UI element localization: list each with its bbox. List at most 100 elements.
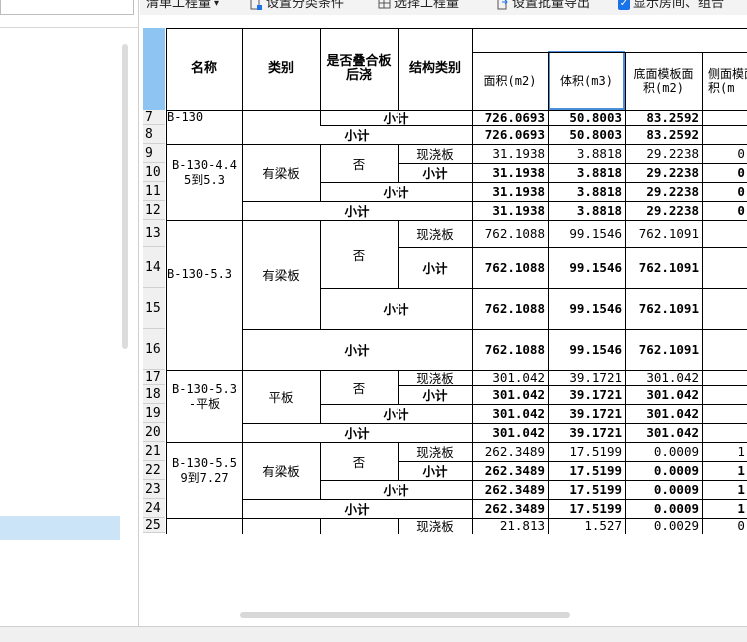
subtotal-label[interactable]: 小计 — [242, 499, 472, 518]
row-number[interactable]: 11 — [143, 182, 165, 201]
value-cell[interactable]: 3.8818 — [548, 201, 625, 220]
value-cell[interactable]: 0.3 — [702, 518, 747, 533]
subtotal-label[interactable]: 小计 — [320, 404, 472, 423]
value-cell[interactable] — [702, 247, 747, 288]
value-cell[interactable]: 29.2238 — [625, 201, 702, 220]
value-cell[interactable]: 29.2238 — [625, 182, 702, 201]
select-qty-button[interactable]: 选择工程量 — [378, 0, 459, 10]
left-selected-item[interactable] — [0, 516, 120, 540]
subtotal-label[interactable]: 小计 — [242, 329, 472, 370]
value-cell[interactable]: 762.1088 — [472, 329, 548, 370]
structure-cell[interactable]: 现浇板 — [398, 442, 472, 461]
value-cell[interactable]: 31.1938 — [472, 144, 548, 163]
row-number[interactable]: 24 — [143, 499, 165, 518]
value-cell[interactable]: 39.1721 — [548, 404, 625, 423]
value-cell[interactable]: 1.5 — [702, 499, 747, 518]
value-cell[interactable]: 301.042 — [472, 423, 548, 442]
horizontal-scrollbar[interactable] — [240, 612, 570, 618]
subtotal-label[interactable]: 小计 — [398, 461, 472, 480]
header-bottom-form[interactable]: 底面模板面积(m2) — [625, 52, 702, 110]
value-cell[interactable]: 301.042 — [625, 385, 702, 404]
value-cell[interactable]: 17.5199 — [548, 499, 625, 518]
value-cell[interactable]: 762.1091 — [625, 220, 702, 247]
row-number[interactable]: 16 — [143, 329, 165, 370]
value-cell[interactable]: 762.1088 — [472, 247, 548, 288]
row-number[interactable]: 7 — [143, 110, 165, 125]
value-cell[interactable]: 39.1721 — [548, 423, 625, 442]
subtotal-label[interactable]: 小计 — [320, 182, 472, 201]
value-cell[interactable]: 762.1088 — [472, 220, 548, 247]
group-name-cell[interactable]: B-130-4.4 5到5.3 — [166, 144, 242, 201]
subtotal-label[interactable]: 小计 — [398, 385, 472, 404]
header-volume[interactable]: 体积(m3) — [548, 52, 625, 110]
list-qty-dropdown[interactable]: 清单工程量 ▾ — [146, 0, 219, 10]
header-structure[interactable]: 结构类别 — [398, 28, 472, 110]
value-cell[interactable]: 17.5199 — [548, 480, 625, 499]
row-number[interactable]: 9 — [143, 144, 165, 163]
subtotal-label[interactable]: 小计 — [242, 423, 472, 442]
value-cell[interactable]: 1.527 — [548, 518, 625, 533]
value-cell[interactable]: 3.8818 — [548, 182, 625, 201]
value-cell[interactable]: 17.5199 — [548, 461, 625, 480]
value-cell[interactable]: 99.1546 — [548, 220, 625, 247]
row-number[interactable]: 14 — [143, 247, 165, 288]
value-cell[interactable]: 0.8 — [702, 144, 747, 163]
show-rooms-checkbox[interactable]: ✓ 显示房间、组合 — [618, 0, 724, 10]
group-category-cell[interactable]: 有梁板 — [242, 220, 320, 329]
value-cell[interactable]: 262.3489 — [472, 480, 548, 499]
value-cell[interactable]: 83.2592 — [625, 110, 702, 125]
value-cell[interactable] — [702, 125, 747, 144]
row-number[interactable]: 13 — [143, 220, 165, 247]
row-number[interactable]: 23 — [143, 480, 165, 499]
overlap-cell[interactable]: 否 — [320, 370, 398, 404]
row-number[interactable]: 25 — [143, 518, 165, 533]
value-cell[interactable]: 29.2238 — [625, 163, 702, 182]
value-cell[interactable]: 21.813 — [472, 518, 548, 533]
value-cell[interactable]: 301.042 — [472, 385, 548, 404]
value-cell[interactable] — [702, 404, 747, 423]
value-cell[interactable]: 1.5 — [702, 461, 747, 480]
value-cell[interactable]: 301.042 — [625, 404, 702, 423]
value-cell[interactable]: 29.2238 — [625, 144, 702, 163]
value-cell[interactable]: 762.1091 — [625, 247, 702, 288]
row-number[interactable]: 18 — [143, 385, 165, 404]
subtotal-label[interactable]: 小计 — [398, 247, 472, 288]
group-category-cell[interactable]: 有梁板 — [242, 144, 320, 201]
value-cell[interactable] — [702, 385, 747, 404]
structure-cell[interactable]: 现浇板 — [398, 220, 472, 247]
value-cell[interactable]: 3.8818 — [548, 144, 625, 163]
value-cell[interactable]: 301.042 — [472, 404, 548, 423]
row-number[interactable]: 22 — [143, 461, 165, 480]
header-category[interactable]: 类别 — [242, 28, 320, 110]
value-cell[interactable] — [702, 370, 747, 385]
header-area[interactable]: 面积(m2) — [472, 52, 548, 110]
value-cell[interactable]: 762.1088 — [472, 288, 548, 329]
value-cell[interactable]: 262.3489 — [472, 461, 548, 480]
value-cell[interactable]: 262.3489 — [472, 442, 548, 461]
value-cell[interactable]: 50.8003 — [548, 125, 625, 144]
value-cell[interactable]: 0.0029 — [625, 518, 702, 533]
left-scrollbar[interactable] — [122, 44, 128, 349]
value-cell[interactable]: 99.1546 — [548, 288, 625, 329]
value-cell[interactable]: 301.042 — [472, 370, 548, 385]
row-number[interactable]: 15 — [143, 288, 165, 329]
value-cell[interactable] — [702, 110, 747, 125]
row-number[interactable]: 20 — [143, 423, 165, 442]
value-cell[interactable]: 262.3489 — [472, 499, 548, 518]
overlap-cell[interactable]: 否 — [320, 220, 398, 288]
value-cell[interactable]: 39.1721 — [548, 370, 625, 385]
subtotal-label[interactable]: 小计 — [320, 480, 472, 499]
row-number[interactable]: 10 — [143, 163, 165, 182]
value-cell[interactable]: 99.1546 — [548, 329, 625, 370]
row-header-corner[interactable] — [143, 28, 165, 110]
value-cell[interactable]: 0.8 — [702, 163, 747, 182]
overlap-cell[interactable]: 否 — [320, 144, 398, 182]
value-cell[interactable]: 0.0009 — [625, 480, 702, 499]
value-cell[interactable]: 301.042 — [625, 423, 702, 442]
group-name-cell[interactable]: B-130-5.5 9到7.27 — [166, 442, 242, 499]
value-cell[interactable] — [702, 423, 747, 442]
value-cell[interactable]: 0.0009 — [625, 499, 702, 518]
row-number[interactable]: 19 — [143, 404, 165, 423]
value-cell[interactable]: 0.8 — [702, 201, 747, 220]
header-side-form[interactable]: 侧面模面积(m — [702, 52, 747, 110]
